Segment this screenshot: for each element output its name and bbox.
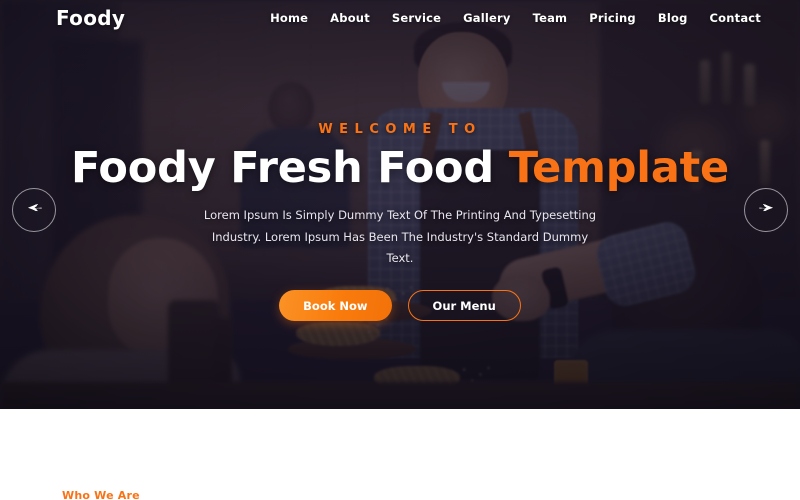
nav-item-about[interactable]: About — [319, 7, 381, 29]
nav-item-pricing[interactable]: Pricing — [578, 7, 647, 29]
hero-content: WELCOME TO Foody Fresh Food Template Lor… — [0, 0, 800, 409]
hero-cta-group: Book Now Our Menu — [279, 290, 521, 322]
our-menu-button[interactable]: Our Menu — [407, 290, 521, 322]
hero-description: Lorem Ipsum Is Simply Dummy Text Of The … — [203, 208, 597, 265]
about-subtitle: Who We Are — [62, 489, 140, 500]
arrow-left-icon — [25, 198, 44, 222]
main-navbar: Foody Home About Service Gallery Team Pr… — [0, 0, 800, 36]
hero-section: Foody Home About Service Gallery Team Pr… — [0, 0, 800, 409]
nav-item-home[interactable]: Home — [259, 7, 319, 29]
hero-eyebrow: WELCOME TO — [318, 122, 482, 137]
carousel-prev-button[interactable] — [12, 188, 56, 232]
book-now-button[interactable]: Book Now — [279, 290, 392, 322]
nav-menu: Home About Service Gallery Team Pricing … — [259, 7, 772, 29]
brand-logo[interactable]: Foody — [56, 6, 125, 30]
hero-headline: Foody Fresh Food Template — [71, 143, 729, 193]
nav-item-blog[interactable]: Blog — [647, 7, 699, 29]
hero-headline-accent: Template — [508, 143, 729, 193]
carousel-next-button[interactable] — [744, 188, 788, 232]
nav-item-service[interactable]: Service — [381, 7, 452, 29]
nav-item-contact[interactable]: Contact — [699, 7, 773, 29]
about-section: Who We Are — [0, 409, 800, 500]
arrow-right-icon — [757, 198, 776, 222]
landing-page: Foody Home About Service Gallery Team Pr… — [0, 0, 800, 500]
nav-item-team[interactable]: Team — [522, 7, 579, 29]
hero-headline-primary: Foody Fresh Food — [71, 143, 509, 193]
nav-item-gallery[interactable]: Gallery — [452, 7, 521, 29]
